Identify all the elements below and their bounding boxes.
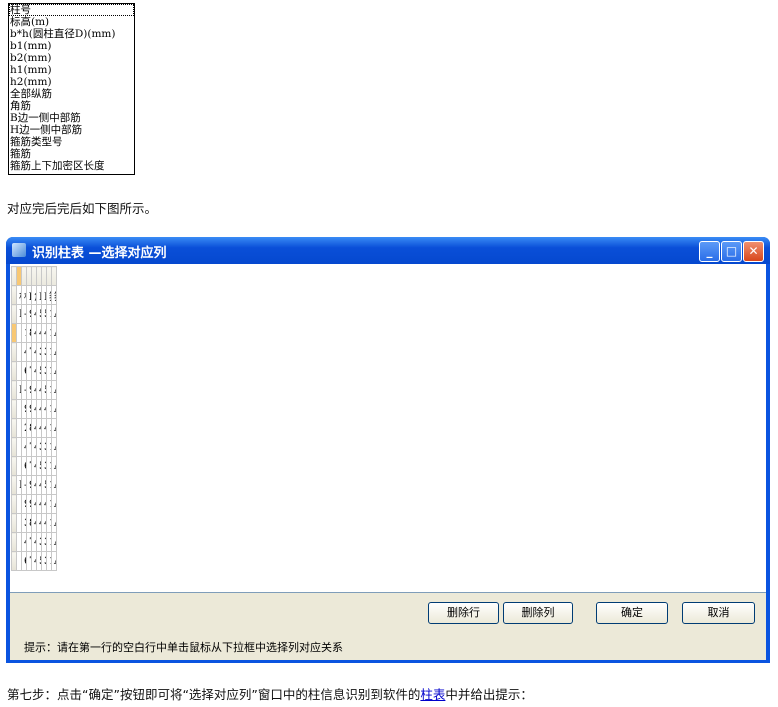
dropdown-option[interactable]: h2(mm)	[9, 76, 134, 88]
intro-text: 对应完后完后如下图所示。	[7, 201, 158, 216]
table-row: 43.150~68.700×7004B253B223B221(5×5)A10@1…	[11, 342, 57, 362]
step-text: 第七步：点击“确定”按钮即可将“选择对应列”窗口中的柱信息识别到软件的柱表中并给…	[7, 687, 533, 702]
dropdown-option[interactable]: 角筋	[9, 100, 134, 112]
column-header: H边一侧中部	[41, 285, 47, 305]
table-row: 68.350~76.700×7004B285B253B251(5×5)A10@1…	[11, 361, 57, 381]
table-row: 9.520~21.5900×9004B254B254B251(6×6)A12@1…	[11, 399, 57, 419]
app-icon	[12, 243, 26, 257]
column-header: 角筋	[31, 285, 37, 305]
table-row: KZ2-11.600~9.900×10004B254B255B251(6×7)A…	[11, 380, 57, 400]
table-cell[interactable]: A10@100	[51, 456, 57, 476]
column-table: 柱号标高(m)b*h(圆柱直角筋B边一侧中部H边一侧中部箍筋类型号箍筋KZ1|K…	[11, 266, 57, 571]
table-cell[interactable]: A10@100	[51, 418, 57, 438]
column-header: 标高(m)	[21, 285, 27, 305]
dropdown-option[interactable]: b1(mm)	[9, 40, 134, 52]
dropdown-option[interactable]: 标高(m)	[9, 16, 134, 28]
dropdown-option[interactable]: 箍筋类型号	[9, 136, 134, 148]
table-row: 14.320~43.800×8004B254B224B221(6×6)A10@1…	[11, 323, 57, 343]
column-header: b*h(圆柱直	[26, 285, 32, 305]
mapping-cell[interactable]	[51, 266, 57, 286]
header-row: 柱号标高(m)b*h(圆柱直角筋B边一侧中部H边一侧中部箍筋类型号箍筋	[11, 285, 57, 305]
table-row: 21.550~43.800×8004B254B224B221(6×6)A10@1…	[11, 418, 57, 438]
minimize-button[interactable]: _	[699, 241, 720, 262]
delete-column-button[interactable]: 删除列	[503, 602, 573, 624]
table-cell[interactable]: A12@100	[51, 304, 57, 324]
table-cell[interactable]: A12@100	[51, 380, 57, 400]
dropdown-option[interactable]: H边一侧中部筋	[9, 124, 134, 136]
table-cell[interactable]: A10@100	[51, 551, 57, 571]
dropdown-option[interactable]: b*h(圆柱直径D)(mm)	[9, 28, 134, 40]
column-table-link[interactable]: 柱表	[420, 687, 445, 702]
column-header: 柱号	[16, 285, 22, 305]
table-cell[interactable]: A10@100	[51, 532, 57, 552]
table-row: 68.350~76.700×7004B285B283B251(5×5)A10@1…	[11, 456, 57, 476]
table-cell[interactable]: A12@100	[51, 494, 57, 514]
maximize-button[interactable]: □	[721, 241, 742, 262]
table-row: 9.520~32.3900×9004B254B254B251(6×6)A12@1…	[11, 494, 57, 514]
column-header: 箍筋类型号	[46, 285, 52, 305]
table-cell[interactable]: A10@100	[51, 323, 57, 343]
select-column-dialog: 识别柱表 —选择对应列 _ □ ✕ 柱号标高(m)b*h(圆柱直角筋B边一侧中部…	[6, 237, 770, 663]
table-cell[interactable]: A10@100	[51, 342, 57, 362]
cancel-button[interactable]: 取消	[682, 602, 755, 624]
dropdown-option[interactable]: 柱号	[9, 4, 134, 16]
dialog-body: 柱号标高(m)b*h(圆柱直角筋B边一侧中部H边一侧中部箍筋类型号箍筋KZ1|K…	[10, 264, 766, 660]
table-row: KZ3-11.600~9.900×10004B254B255B251(6×7)A…	[11, 475, 57, 495]
table-cell[interactable]: A10@100	[51, 513, 57, 533]
table-row: 68.350~76.700×7004B285B283B251(5×5)A10@1…	[11, 551, 57, 571]
column-header: B边一侧中部	[36, 285, 42, 305]
table-cell[interactable]: A10@100	[51, 361, 57, 381]
hint-text: 提示：请在第一行的空白行中单击鼠标从下拉框中选择列对应关系	[24, 641, 343, 654]
dropdown-option[interactable]: B边一侧中部筋	[9, 112, 134, 124]
dialog-title: 识别柱表 —选择对应列	[32, 246, 167, 261]
mapping-row	[11, 266, 57, 286]
table-row: KZ1|KZ1-11.600~14900×9004B255B255B251(7×…	[11, 304, 57, 324]
dropdown-option[interactable]: 全部纵筋	[9, 88, 134, 100]
column-grid: 柱号标高(m)b*h(圆柱直角筋B边一侧中部H边一侧中部箍筋类型号箍筋KZ1|K…	[10, 264, 766, 593]
column-header: 箍筋	[51, 285, 57, 305]
table-cell[interactable]: A10@100	[51, 437, 57, 457]
table-row: 32.350~43.800×8004B254B224B221(6×6)A10@1…	[11, 513, 57, 533]
dropdown-option[interactable]: 箍筋上下加密区长度	[9, 160, 134, 172]
table-cell[interactable]: A12@100	[51, 399, 57, 419]
column-mapping-dropdown-list[interactable]: 柱号 标高(m) b*h(圆柱直径D)(mm) b1(mm) b2(mm) h1(mm) h…	[8, 3, 135, 175]
title-bar[interactable]: 识别柱表 —选择对应列 _ □ ✕	[6, 237, 770, 264]
table-cell[interactable]: A12@100	[51, 475, 57, 495]
dropdown-option[interactable]: b2(mm)	[9, 52, 134, 64]
dropdown-option[interactable]: h1(mm)	[9, 64, 134, 76]
close-button[interactable]: ✕	[743, 241, 764, 262]
table-row: 43.150~68.700×7004B223B223B221(5×5)A10@1…	[11, 532, 57, 552]
table-row: 43.150~68.700×7004B223B223B221(5×5)A10@1…	[11, 437, 57, 457]
ok-button[interactable]: 确定	[596, 602, 668, 624]
dropdown-option[interactable]: 箍筋	[9, 148, 134, 160]
delete-row-button[interactable]: 删除行	[428, 602, 499, 624]
